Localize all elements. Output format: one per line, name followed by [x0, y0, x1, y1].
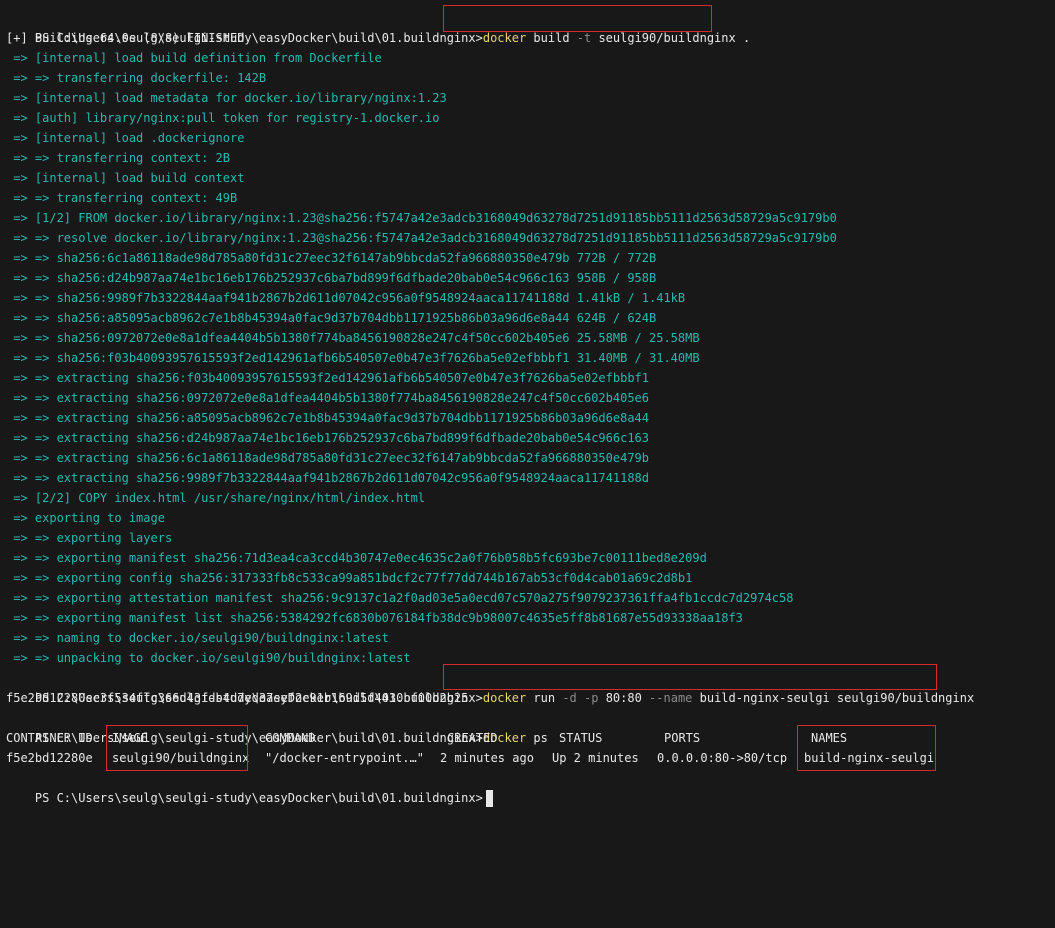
build-log-line: => => sha256:d24b987aa74e1bc16eb176b2529…: [6, 271, 657, 285]
build-log-line: => [auth] library/nginx:pull token for r…: [6, 111, 440, 125]
build-log-line: => [2/2] COPY index.html /usr/share/ngin…: [6, 491, 426, 505]
command-docker: docker: [482, 691, 527, 705]
command-segment: 80:80: [598, 691, 650, 705]
build-log-line: => exporting to image: [6, 511, 165, 525]
ps-cell-container-id: f5e2bd12280e: [6, 751, 93, 765]
container-id-output: f5e2bd12280ec3f534ffc366d43fdb4d7ed37eef…: [6, 691, 469, 705]
ps-table-row: f5e2bd12280e seulgi90/buildnginx "/docke…: [6, 748, 1046, 768]
build-log-line: => => sha256:a85095acb8962c7e1b8b45394a0…: [6, 311, 657, 325]
build-log-line: => => exporting manifest list sha256:538…: [6, 611, 743, 625]
build-log-line: => [internal] load metadata for docker.i…: [6, 91, 447, 105]
ps-header-ports: PORTS: [664, 731, 701, 745]
ps-header-status: STATUS: [559, 731, 603, 745]
command-segment: [577, 691, 584, 705]
prompt-line-run: PS C:\Users\seulg\seulgi-study\easyDocke…: [6, 668, 974, 705]
ps-cell-command: "/docker-entrypoint.…": [265, 751, 424, 765]
command-segment: build: [526, 31, 577, 45]
command-docker: docker: [482, 31, 527, 45]
command-segment: run: [526, 691, 563, 705]
command-flag: -t: [576, 31, 592, 45]
prompt-text: PS C:\Users\seulg\seulgi-study\easyDocke…: [34, 791, 483, 805]
build-log-line: => => sha256:f03b40093957615593f2ed14296…: [6, 351, 700, 365]
build-log-line: => => extracting sha256:0972072e0e8a1dfe…: [6, 391, 649, 405]
build-log-line: => => extracting sha256:9989f7b3322844aa…: [6, 471, 649, 485]
build-log-line: => [1/2] FROM docker.io/library/nginx:1.…: [6, 211, 837, 225]
text-cursor: [485, 790, 493, 807]
build-log-line: => => exporting manifest sha256:71d3ea4c…: [6, 551, 707, 565]
active-prompt-line[interactable]: PS C:\Users\seulg\seulgi-study\easyDocke…: [6, 768, 493, 807]
command-segment: seulgi90/buildnginx .: [591, 31, 751, 45]
build-log-line: => => transferring context: 49B: [6, 191, 238, 205]
build-log-line: => => unpacking to docker.io/seulgi90/bu…: [6, 651, 411, 665]
ps-cell-status: Up 2 minutes: [552, 751, 639, 765]
ps-header-image: IMAGE: [112, 731, 149, 745]
ps-header-container-id: CONTAINER ID: [6, 731, 93, 745]
terminal-window[interactable]: PS C:\Users\seulg\seulgi-study\easyDocke…: [0, 0, 1055, 807]
ps-cell-ports: 0.0.0.0:80->80/tcp: [657, 751, 788, 765]
build-log-line: => => sha256:6c1a86118ade98d785a80fd31c2…: [6, 251, 657, 265]
build-log-line: => => extracting sha256:6c1a86118ade98d7…: [6, 451, 649, 465]
command-segment: build-nginx-seulgi seulgi90/buildnginx: [692, 691, 975, 705]
command-flag: -p: [584, 691, 599, 705]
ps-header-command: COMMAND: [265, 731, 316, 745]
build-log-line: => => transferring dockerfile: 142B: [6, 71, 267, 85]
ps-header-names: NAMES: [811, 731, 848, 745]
ps-cell-image: seulgi90/buildnginx: [112, 751, 250, 765]
build-log-line: => => exporting config sha256:317333fb8c…: [6, 571, 693, 585]
build-log-line: => => extracting sha256:d24b987aa74e1bc1…: [6, 431, 649, 445]
build-log-line: => [internal] load .dockerignore: [6, 131, 245, 145]
build-log-line: => => resolve docker.io/library/nginx:1.…: [6, 231, 837, 245]
build-log-line: => => sha256:0972072e0e8a1dfea4404b5b138…: [6, 331, 700, 345]
prompt-line-build: PS C:\Users\seulg\seulgi-study\easyDocke…: [6, 8, 750, 45]
command-flag: --name: [649, 691, 693, 705]
ps-cell-created: 2 minutes ago: [440, 751, 534, 765]
build-status-line: [+] Building 64.0s (8/8) FINISHED: [6, 31, 245, 45]
build-log-line: => => exporting attestation manifest sha…: [6, 591, 794, 605]
prompt-line-ps: PS C:\Users\seulg\seulgi-study\easyDocke…: [6, 708, 548, 745]
command-flag: -d: [562, 691, 577, 705]
build-log-line: => => exporting layers: [6, 531, 173, 545]
build-log-line: => => extracting sha256:a85095acb8962c7e…: [6, 411, 649, 425]
ps-header-created: CREATED: [447, 731, 498, 745]
ps-cell-names: build-nginx-seulgi: [804, 751, 935, 765]
build-log-line: => => sha256:9989f7b3322844aaf941b2867b2…: [6, 291, 686, 305]
build-log-line: => [internal] load build context: [6, 171, 245, 185]
build-log-line: => => transferring context: 2B: [6, 151, 230, 165]
build-log-line: => [internal] load build definition from…: [6, 51, 382, 65]
ps-table-header: CONTAINER ID IMAGE COMMAND CREATED STATU…: [6, 728, 1046, 748]
build-log-line: => => extracting sha256:f03b400939576155…: [6, 371, 649, 385]
build-log-line: => => naming to docker.io/seulgi90/build…: [6, 631, 389, 645]
